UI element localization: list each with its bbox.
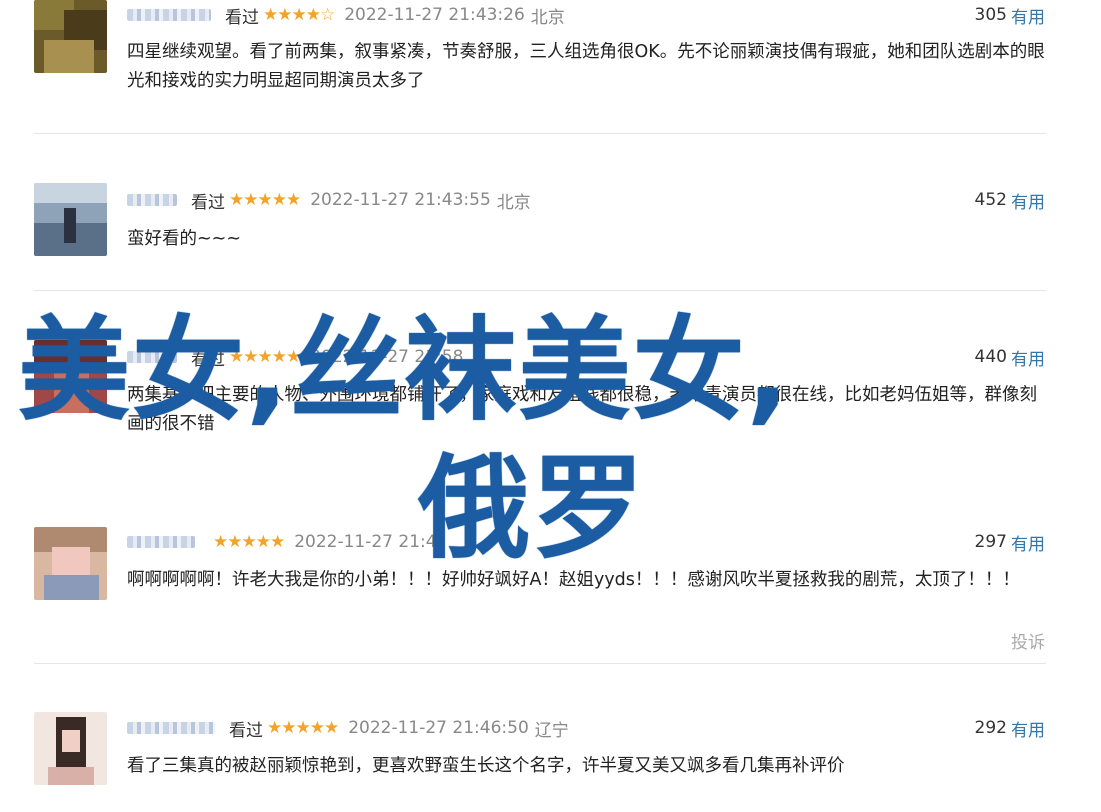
useful-button[interactable]: 有用	[1011, 3, 1045, 28]
user-avatar[interactable]	[34, 0, 107, 73]
username[interactable]	[127, 194, 177, 206]
review-time: 2022-11-27 21:43:26	[344, 5, 525, 25]
useful-vote: 305 有用	[974, 3, 1045, 28]
useful-count: 452	[974, 190, 1007, 210]
review-text: 看了三集真的被赵丽颖惊艳到，更喜欢野蛮生长这个名字，许半夏又美又飒多看几集再补评…	[127, 756, 845, 776]
review-location: 辽宁	[534, 720, 569, 741]
overlay-title-line2: 俄罗	[418, 444, 646, 574]
rating-stars-icon: ★★★★☆	[263, 5, 335, 25]
review-time: 2022-11-27 21:4	[294, 532, 437, 552]
useful-count: 305	[974, 5, 1007, 25]
rating-stars-icon: ★★★★★	[229, 190, 301, 210]
divider	[34, 663, 1046, 664]
review-meta: 看过 ★★★★☆ 2022-11-27 21:43:26 北京	[127, 3, 565, 28]
overlay-title-line1: 美女,丝袜美女,	[18, 306, 792, 436]
watch-status: 看过	[191, 192, 225, 213]
useful-button[interactable]: 有用	[1011, 345, 1045, 370]
useful-vote: 440 有用	[974, 345, 1045, 370]
review-time: 2022-11-27 21:43:55	[310, 190, 491, 210]
useful-count: 297	[974, 532, 1007, 552]
useful-vote: 292 有用	[974, 716, 1045, 741]
useful-vote: 297 有用	[974, 530, 1045, 555]
useful-count: 440	[974, 347, 1007, 367]
report-button[interactable]: 投诉	[1011, 628, 1045, 653]
useful-button[interactable]: 有用	[1011, 716, 1045, 741]
review-meta: 看过 ★★★★★ 2022-11-27 21:46:50 辽宁	[127, 716, 569, 741]
user-avatar[interactable]	[34, 527, 107, 600]
review-text: 四星继续观望。看了前两集，叙事紧凑，节奏舒服，三人组选角很OK。先不论丽颖演技偶…	[127, 42, 1045, 91]
review-text: 蛮好看的~~~	[127, 229, 241, 249]
review-time: 2022-11-27 21:46:50	[348, 718, 529, 738]
watch-status: 看过	[229, 720, 263, 741]
user-avatar[interactable]	[34, 183, 107, 256]
useful-vote: 452 有用	[974, 188, 1045, 213]
review-location: 北京	[496, 192, 531, 213]
user-avatar[interactable]	[34, 712, 107, 785]
useful-button[interactable]: 有用	[1011, 530, 1045, 555]
useful-count: 292	[974, 718, 1007, 738]
username[interactable]	[127, 9, 211, 21]
rating-stars-icon: ★★★★★	[267, 718, 339, 738]
useful-button[interactable]: 有用	[1011, 188, 1045, 213]
username[interactable]	[127, 722, 215, 734]
rating-stars-icon: ★★★★★	[213, 532, 285, 552]
review-meta: ★★★★★ 2022-11-27 21:4	[127, 530, 443, 554]
watch-status: 看过	[225, 7, 259, 28]
divider	[34, 133, 1046, 134]
username[interactable]	[127, 536, 195, 548]
review-meta: 看过 ★★★★★ 2022-11-27 21:43:55 北京	[127, 188, 531, 213]
review-location: 北京	[530, 7, 565, 28]
